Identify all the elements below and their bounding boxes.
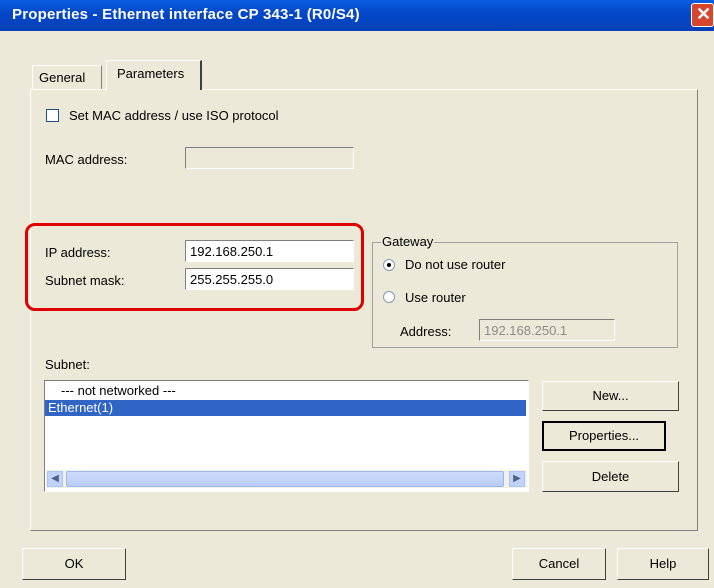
close-icon: ✕ bbox=[696, 4, 712, 24]
scroll-thumb[interactable] bbox=[66, 471, 504, 487]
list-item-ethernet-1[interactable]: Ethernet(1) bbox=[45, 400, 526, 416]
subnet-properties-button[interactable]: Properties... bbox=[542, 421, 666, 451]
window-title: Properties - Ethernet interface CP 343-1… bbox=[12, 6, 360, 23]
tab-label: Parameters bbox=[117, 66, 185, 81]
set-mac-checkbox[interactable] bbox=[46, 109, 59, 122]
new-subnet-button[interactable]: New... bbox=[542, 381, 679, 411]
scroll-left-button[interactable]: ◀ bbox=[47, 471, 63, 487]
chevron-right-icon: ▶ bbox=[513, 473, 521, 484]
cancel-button[interactable]: Cancel bbox=[512, 548, 606, 580]
radio-use-router[interactable] bbox=[383, 291, 395, 303]
list-item-not-networked[interactable]: --- not networked --- bbox=[45, 383, 526, 399]
title-bar: Properties - Ethernet interface CP 343-1… bbox=[0, 0, 714, 31]
subnet-label: Subnet: bbox=[45, 357, 90, 372]
highlight-box bbox=[25, 223, 364, 311]
chevron-left-icon: ◀ bbox=[51, 473, 59, 484]
subnet-list[interactable]: --- not networked --- Ethernet(1) ◀ ▶ bbox=[44, 380, 529, 492]
gateway-legend: Gateway bbox=[381, 234, 435, 249]
set-mac-label: Set MAC address / use ISO protocol bbox=[69, 108, 279, 123]
delete-subnet-button[interactable]: Delete bbox=[542, 461, 679, 492]
tab-parameters[interactable]: Parameters bbox=[106, 60, 202, 90]
close-button[interactable]: ✕ bbox=[691, 3, 714, 27]
scroll-right-button[interactable]: ▶ bbox=[509, 471, 525, 487]
gateway-address-field: 192.168.250.1 bbox=[479, 319, 615, 341]
ok-button[interactable]: OK bbox=[22, 548, 126, 580]
gateway-address-label: Address: bbox=[400, 324, 452, 339]
mac-address-label: MAC address: bbox=[45, 152, 128, 167]
no-router-label: Do not use router bbox=[405, 257, 506, 272]
tab-label: General bbox=[39, 70, 86, 85]
radio-selected-dot bbox=[387, 263, 391, 267]
mac-address-field bbox=[185, 147, 354, 169]
radio-no-router[interactable] bbox=[383, 259, 395, 271]
help-button[interactable]: Help bbox=[617, 548, 709, 580]
horizontal-scrollbar[interactable]: ◀ ▶ bbox=[46, 470, 527, 488]
tab-general[interactable]: General bbox=[32, 65, 102, 89]
use-router-label: Use router bbox=[405, 290, 466, 305]
